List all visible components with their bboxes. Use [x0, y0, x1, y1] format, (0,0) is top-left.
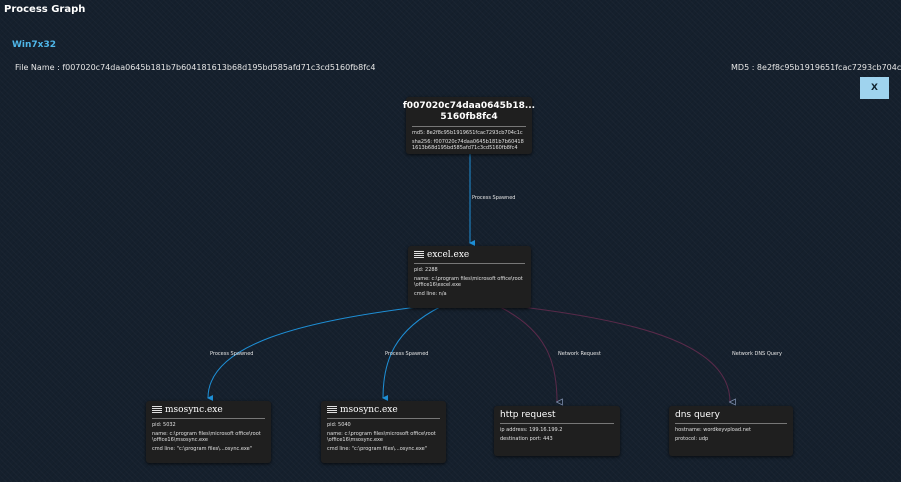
- edge-label-excel-msosync1: Process Spawned: [210, 351, 253, 357]
- edge-label-excel-dns: Network DNS Query: [732, 351, 782, 357]
- excel-node-title: excel.exe: [427, 250, 470, 260]
- edge-excel-http[interactable]: [499, 306, 557, 402]
- msosync2-node-header: msosync.exe: [327, 405, 440, 419]
- process-icon: [414, 251, 424, 259]
- msosync1-node-name: name: c:\program files\microsoft office\…: [152, 430, 261, 444]
- root-node-title: f007020c74daa0645b18... 5160fb8fc4: [403, 101, 535, 127]
- process-icon: [152, 406, 162, 414]
- msosync-process-node-2[interactable]: msosync.exe pid: 5040 name: c:\program f…: [321, 401, 446, 463]
- msosync2-node-name: name: c:\program files\microsoft office\…: [327, 430, 436, 444]
- excel-process-node[interactable]: excel.exe pid: 2288 name: c:\program fil…: [408, 246, 531, 308]
- dns-query-node[interactable]: dns query hostname: wordkeyvpload.net pr…: [669, 406, 793, 456]
- msosync2-node-cmd: cmd line: "c:\program files\...osync.exe…: [327, 445, 428, 452]
- excel-node-cmd: cmd line: n/a: [414, 290, 447, 297]
- dns-node-protocol: protocol: udp: [675, 435, 709, 442]
- http-node-port: destination port: 443: [500, 435, 553, 442]
- msosync1-node-title: msosync.exe: [165, 405, 223, 415]
- edge-label-root-excel: Process Spawned: [472, 195, 515, 201]
- process-icon: [327, 406, 337, 414]
- http-node-ip: ip address: 199.16.199.2: [500, 427, 563, 433]
- root-node-sha256: sha256: f007020c74daa0645b181b7b60418161…: [412, 138, 524, 152]
- excel-node-header: excel.exe: [414, 250, 525, 264]
- edge-label-excel-msosync2: Process Spawned: [385, 351, 428, 357]
- excel-node-name: name: c:\program files\microsoft office\…: [414, 275, 523, 289]
- msosync2-node-pid: pid: 5040: [327, 422, 351, 428]
- edge-label-excel-http: Network Request: [558, 351, 601, 357]
- dns-node-title: dns query: [675, 410, 720, 420]
- http-node-title: http request: [500, 410, 556, 420]
- msosync-process-node-1[interactable]: msosync.exe pid: 5032 name: c:\program f…: [146, 401, 271, 463]
- http-node-header: http request: [500, 410, 614, 424]
- msosync2-node-title: msosync.exe: [340, 405, 398, 415]
- http-request-node[interactable]: http request ip address: 199.16.199.2 de…: [494, 406, 620, 456]
- msosync1-node-header: msosync.exe: [152, 405, 265, 419]
- msosync1-node-pid: pid: 5032: [152, 422, 176, 428]
- excel-node-pid: pid: 2288: [414, 267, 438, 273]
- dns-node-hostname: hostname: wordkeyvpload.net: [675, 427, 751, 433]
- msosync1-node-cmd: cmd line: "c:\program files\...osync.exe…: [152, 445, 253, 452]
- dns-node-header: dns query: [675, 410, 787, 424]
- edge-excel-dns[interactable]: [504, 304, 730, 402]
- root-node-md5: md5: 8e2f8c95b1919651fcac7293cb704c1c: [412, 130, 523, 136]
- root-file-node[interactable]: f007020c74daa0645b18... 5160fb8fc4 md5: …: [403, 97, 535, 154]
